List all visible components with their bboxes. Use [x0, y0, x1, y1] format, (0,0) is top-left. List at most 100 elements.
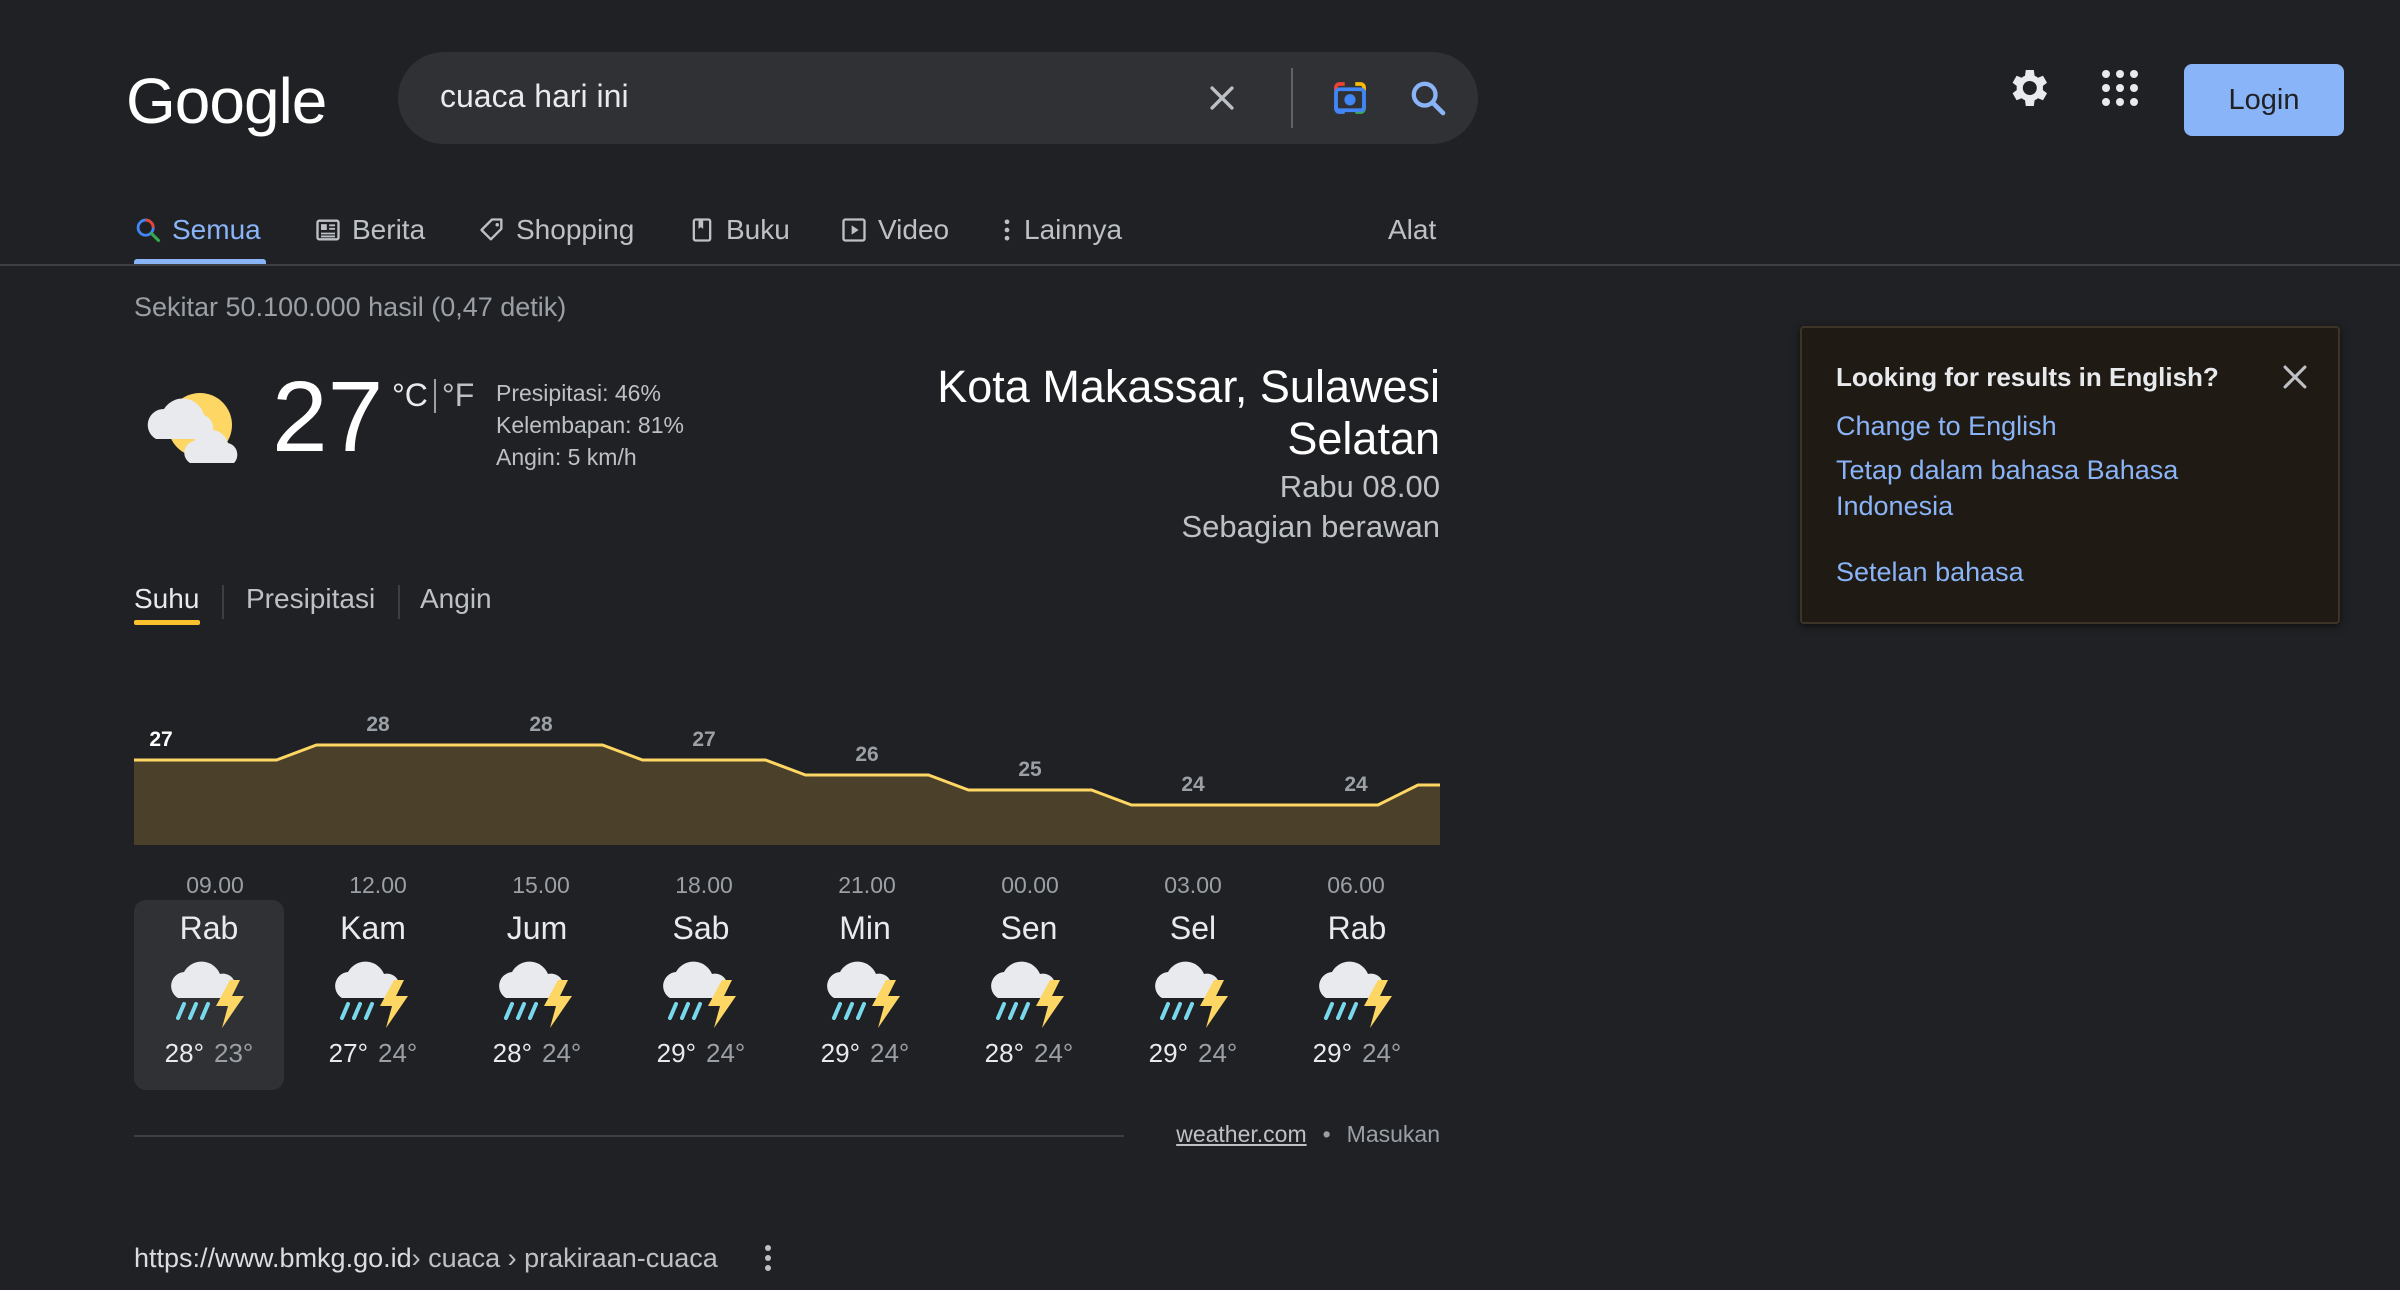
weather-condition: Sebagian berawan [1181, 509, 1440, 544]
value-label: 24 [1181, 773, 1205, 796]
camera-icon[interactable] [1326, 74, 1374, 122]
temperature-chart: 27 28 28 27 26 25 24 24 09.00 12.00 15.00 18.00 21.0… [134, 713, 1440, 895]
google-logo[interactable]: Google [126, 64, 327, 138]
tab-label: Video [878, 214, 950, 245]
citation-path: › cuaca › prakiraan-cuaca [411, 1242, 718, 1273]
tab-berita[interactable]: Berita [314, 196, 425, 264]
low-temp: 24° [542, 1038, 582, 1068]
tab-label: Semua [172, 214, 261, 245]
forecast-day-5[interactable]: Sen 28° 24° [954, 900, 1104, 1090]
low-temp: 24° [870, 1038, 910, 1068]
high-temp: 28° [492, 1038, 532, 1068]
apps-grid-icon[interactable] [2096, 64, 2144, 117]
low-temp: 24° [706, 1038, 746, 1068]
source-link[interactable]: weather.com [1176, 1121, 1306, 1148]
thunderstorm-icon [1312, 952, 1402, 1037]
unit-separator [433, 378, 436, 413]
tab-buku[interactable]: Buku [688, 196, 790, 264]
more-vert-icon [1004, 219, 1010, 241]
tools-button[interactable]: Alat [1388, 196, 1436, 264]
forecast-day-2[interactable]: Jum 28° 24° [462, 900, 612, 1090]
low-temp: 23° [214, 1038, 254, 1068]
thunderstorm-icon [164, 952, 254, 1037]
feedback-link[interactable]: Masukan [1347, 1121, 1440, 1148]
celsius-button[interactable]: °C [392, 377, 428, 414]
stay-link-line1: Tetap dalam bahasa Bahasa [1836, 455, 2179, 485]
tabs-divider [0, 264, 2400, 266]
fahrenheit-button[interactable]: °F [442, 377, 474, 414]
day-name: Min [839, 910, 891, 946]
forecast-day-0[interactable]: Rab 28° 23° [134, 900, 284, 1090]
language-suggestion-popup: Looking for results in English? Change t… [1800, 326, 2340, 624]
weather-footer: weather.com • Masukan [1176, 1121, 1440, 1148]
day-temperatures: 27° 24° [298, 1038, 448, 1069]
x-tick-label: 03.00 [1164, 872, 1222, 895]
subtab-presipitasi[interactable]: Presipitasi [246, 569, 375, 629]
tag-icon [480, 218, 503, 241]
news-icon [316, 219, 340, 241]
close-icon[interactable] [2278, 360, 2312, 394]
value-label: 28 [366, 713, 390, 736]
low-temp: 24° [1034, 1038, 1074, 1068]
tab-label: Lainnya [1024, 214, 1123, 245]
day-temperatures: 29° 24° [626, 1038, 776, 1069]
more-options-icon[interactable] [758, 1242, 778, 1274]
forecast-day-1[interactable]: Kam 27° 24° [298, 900, 448, 1090]
language-settings-link[interactable]: Setelan bahasa [1836, 554, 2024, 590]
x-tick-label: 15.00 [512, 872, 570, 895]
login-button[interactable]: Login [2184, 64, 2344, 136]
active-subtab-indicator [134, 620, 200, 625]
subtab-separator [398, 585, 400, 619]
low-temp: 24° [1198, 1038, 1238, 1068]
tab-lainnya[interactable]: Lainnya [1000, 196, 1122, 264]
settings-icon[interactable] [2004, 64, 2052, 117]
thunderstorm-icon [328, 952, 418, 1037]
forecast-day-4[interactable]: Min 29° 24° [790, 900, 940, 1090]
tab-shopping[interactable]: Shopping [478, 196, 634, 264]
location-line1: Kota Makassar, Sulawesi [937, 361, 1440, 412]
forecast-day-7[interactable]: Rab 29° 24° [1282, 900, 1432, 1090]
humidity-text: Kelembapan: 81% [496, 412, 684, 438]
tab-video[interactable]: Video [840, 196, 949, 264]
weather-details: Presipitasi: 46% Kelembapan: 81% Angin: … [496, 377, 684, 473]
value-label: 27 [692, 728, 715, 751]
search-box[interactable] [398, 52, 1478, 144]
search-icon[interactable] [1404, 74, 1452, 122]
value-label: 25 [1018, 758, 1042, 781]
day-temperatures: 28° 24° [954, 1038, 1104, 1069]
unit-toggle: °C °F [392, 377, 474, 414]
thunderstorm-icon [984, 952, 1074, 1037]
x-tick-label: 09.00 [186, 872, 244, 895]
weather-time: Rabu 08.00 [1279, 469, 1440, 504]
high-temp: 29° [820, 1038, 860, 1068]
footer-bullet: • [1322, 1121, 1331, 1147]
low-temp: 24° [378, 1038, 418, 1068]
stay-language-link[interactable]: Tetap dalam bahasa Bahasa Indonesia [1836, 452, 2178, 524]
result-citation[interactable]: https://www.bmkg.go.id › cuaca › prakira… [134, 1242, 778, 1274]
value-label: 28 [529, 713, 553, 736]
thunderstorm-icon [820, 952, 910, 1037]
clear-icon[interactable] [1198, 74, 1246, 122]
day-temperatures: 29° 24° [790, 1038, 940, 1069]
value-label: 27 [149, 728, 172, 751]
thunderstorm-icon [656, 952, 746, 1037]
citation-domain[interactable]: https://www.bmkg.go.id [134, 1243, 412, 1274]
search-divider [1291, 68, 1293, 128]
high-temp: 27° [328, 1038, 368, 1068]
day-temperatures: 29° 24° [1282, 1038, 1432, 1069]
search-input[interactable] [440, 78, 1180, 115]
forecast-day-3[interactable]: Sab 29° 24° [626, 900, 776, 1090]
change-to-english-link[interactable]: Change to English [1836, 408, 2057, 444]
x-tick-label: 00.00 [1001, 872, 1059, 895]
current-temperature: 27 [272, 361, 384, 473]
day-temperatures: 28° 24° [462, 1038, 612, 1069]
day-temperatures: 28° 23° [134, 1038, 284, 1069]
thunderstorm-icon [492, 952, 582, 1037]
tab-semua[interactable]: Semua [134, 196, 261, 264]
subtab-angin[interactable]: Angin [420, 569, 492, 629]
popup-title: Looking for results in English? [1836, 362, 2219, 392]
day-name: Kam [340, 910, 406, 946]
forecast-day-6[interactable]: Sel 29° 24° [1118, 900, 1268, 1090]
high-temp: 29° [1148, 1038, 1188, 1068]
tab-label: Buku [726, 214, 790, 245]
